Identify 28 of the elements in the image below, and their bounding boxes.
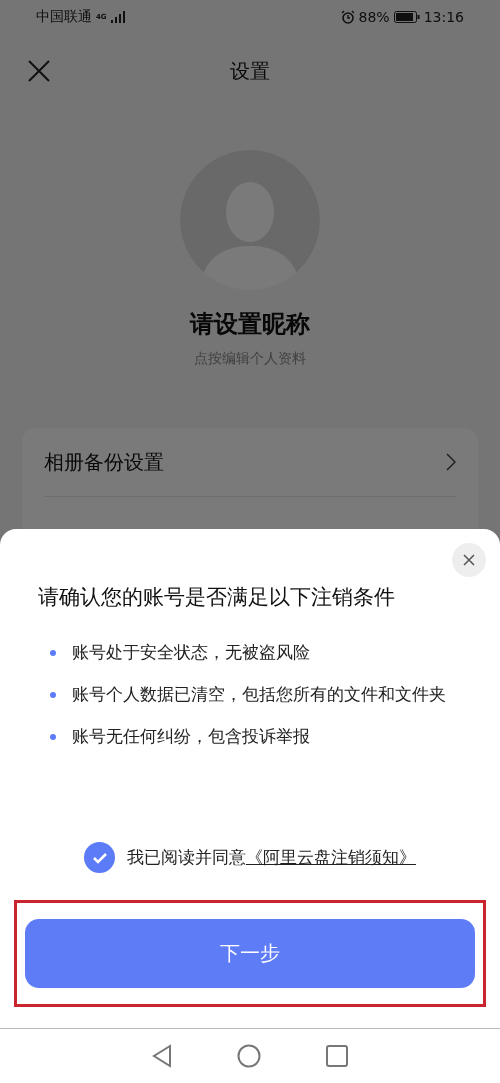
agreement-text: 我已阅读并同意 (127, 846, 246, 869)
next-button[interactable]: 下一步 (25, 919, 475, 988)
battery-percent: 88% (358, 9, 390, 25)
bullet-dot (50, 649, 56, 656)
signal-icon (110, 11, 125, 23)
back-icon[interactable] (152, 1044, 173, 1068)
battery-icon (393, 11, 420, 23)
settings-item[interactable]: 相册备份设置 (44, 428, 456, 497)
condition-text: 账号无任何纠纷，包含投诉举报 (72, 725, 310, 748)
dialog-title: 请确认您的账号是否满足以下注销条件 (37, 584, 396, 611)
alarm-icon (340, 10, 355, 24)
page-title: 设置 (230, 57, 270, 85)
close-icon[interactable] (28, 60, 50, 82)
close-icon (463, 554, 475, 566)
bullet-dot (50, 691, 56, 698)
clock-time: 13:16 (423, 9, 464, 25)
carrier-name: 中国联通 (36, 8, 92, 26)
agree-checkbox[interactable] (84, 842, 115, 873)
chevron-icon (446, 453, 456, 471)
recents-icon[interactable] (325, 1045, 348, 1067)
nickname[interactable]: 请设置昵称 (190, 308, 310, 340)
condition-text: 账号个人数据已清空，包括您所有的文件和文件夹 (72, 683, 446, 706)
bullet-dot (50, 733, 56, 740)
home-icon[interactable] (237, 1044, 261, 1068)
close-button[interactable] (452, 543, 486, 577)
terms-link[interactable]: 《阿里云盘注销须知》 (246, 846, 416, 869)
checkmark-icon (91, 851, 108, 864)
condition-text: 账号处于安全状态，无被盗风险 (72, 641, 310, 664)
